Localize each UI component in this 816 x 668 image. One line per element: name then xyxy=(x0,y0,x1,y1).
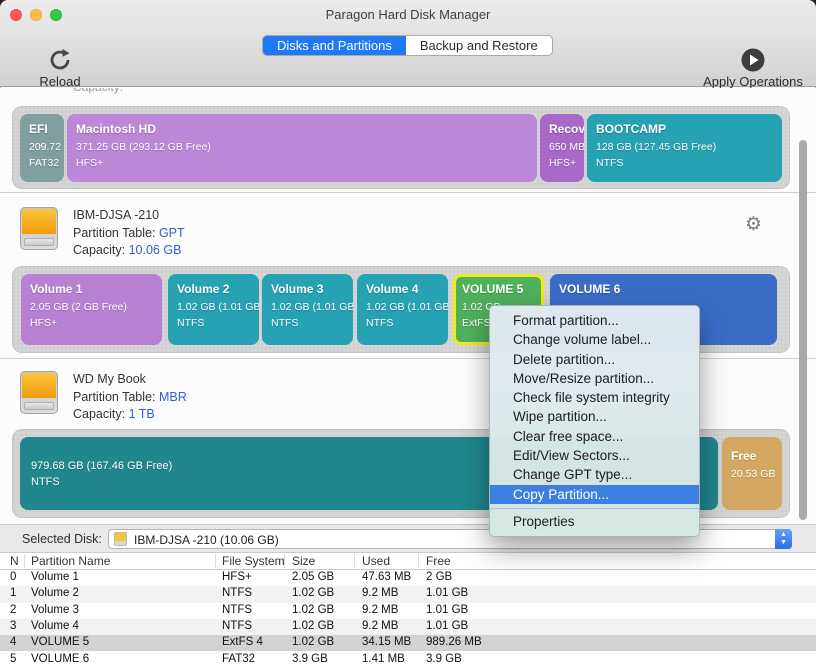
partition-table-header: N Partition Name File System Size Used F… xyxy=(0,553,816,570)
dropdown-stepper-icon[interactable]: ▲▼ xyxy=(775,529,792,549)
table-row-volume4[interactable]: 3Volume 4NTFS1.02 GB9.2 MB1.01 GB xyxy=(0,619,816,635)
disk3-pt-label: Partition Table: xyxy=(73,390,155,404)
col-header-n[interactable]: N xyxy=(10,554,19,568)
disk-drive-icon xyxy=(20,371,58,414)
apply-operations-button[interactable]: Apply Operations xyxy=(698,47,808,89)
col-header-used[interactable]: Used xyxy=(362,554,390,568)
tab-disks-and-partitions[interactable]: Disks and Partitions xyxy=(263,36,406,55)
disk3-name: WD My Book xyxy=(73,372,473,386)
menu-item-change-volume-label[interactable]: Change volume label... xyxy=(490,330,699,349)
reload-label: Reload xyxy=(39,74,80,89)
column-divider xyxy=(354,554,355,568)
table-row-volume5-selected[interactable]: 4VOLUME 5ExtFS 41.02 GB34.15 MB989.26 MB xyxy=(0,635,816,651)
menu-item-copy-partition[interactable]: Copy Partition... xyxy=(490,485,699,504)
menu-item-properties[interactable]: Properties xyxy=(490,512,699,531)
menu-separator xyxy=(490,508,699,509)
col-header-size[interactable]: Size xyxy=(292,554,315,568)
disk2-pt-label: Partition Table: xyxy=(73,226,155,240)
menu-item-wipe-partition[interactable]: Wipe partition... xyxy=(490,407,699,426)
selected-disk-value: IBM-DJSA -210 (10.06 GB) xyxy=(134,533,279,547)
disk2-header: IBM-DJSA -210 Partition Table: GPT Capac… xyxy=(20,207,58,250)
reload-button[interactable]: Reload xyxy=(36,47,84,89)
disk2-pt-value: GPT xyxy=(159,226,185,240)
disk-drive-icon xyxy=(20,207,58,250)
partition-wd-free[interactable]: Free 20.53 GB xyxy=(722,437,782,510)
menu-item-format-partition[interactable]: Format partition... xyxy=(490,311,699,330)
disk3-cap-label: Capacity: xyxy=(73,407,125,421)
tab-backup-and-restore[interactable]: Backup and Restore xyxy=(406,36,552,55)
disk-icon-small xyxy=(114,532,127,546)
column-divider xyxy=(215,554,216,568)
disk2-cap-value: 10.06 GB xyxy=(129,243,182,257)
disk3-pt-value: MBR xyxy=(159,390,187,404)
apply-operations-icon xyxy=(698,47,808,73)
partition-volume2[interactable]: Volume 2 1.02 GB (1.01 GB Free) NTFS xyxy=(168,274,259,345)
disk3-cap-value: 1 TB xyxy=(129,407,155,421)
vertical-scrollbar[interactable] xyxy=(799,140,807,520)
col-header-fs[interactable]: File System xyxy=(222,554,285,568)
panel-separator xyxy=(0,192,816,193)
window-header: Paragon Hard Disk Manager Disks and Part… xyxy=(0,0,816,87)
partition-context-menu: Format partition... Change volume label.… xyxy=(489,305,700,537)
window-title: Paragon Hard Disk Manager xyxy=(0,7,816,22)
menu-item-delete-partition[interactable]: Delete partition... xyxy=(490,350,699,369)
column-divider xyxy=(24,554,25,568)
partition-volume1[interactable]: Volume 1 2.05 GB (2 GB Free) HFS+ xyxy=(21,274,162,345)
col-header-name[interactable]: Partition Name xyxy=(31,554,110,568)
column-divider xyxy=(284,554,285,568)
clipped-capacity-text: Capacity: xyxy=(73,88,123,94)
col-header-free[interactable]: Free xyxy=(426,554,451,568)
menu-item-change-gpt-type[interactable]: Change GPT type... xyxy=(490,465,699,484)
table-row-volume1[interactable]: 0Volume 1HFS+2.05 GB47.63 MB2 GB xyxy=(0,570,816,586)
partition-volume4[interactable]: Volume 4 1.02 GB (1.01 GB Free) NTFS xyxy=(357,274,448,345)
disk2-name: IBM-DJSA -210 xyxy=(73,208,473,222)
disk3-header: WD My Book Partition Table: MBR Capacity… xyxy=(20,371,58,414)
disk2-cap-label: Capacity: xyxy=(73,243,125,257)
partition-recovery[interactable]: Recovery 650 MB HFS+ xyxy=(540,114,584,182)
partition-macintosh-hd[interactable]: Macintosh HD 371.25 GB (293.12 GB Free) … xyxy=(67,114,537,182)
partition-bootcamp[interactable]: BOOTCAMP 128 GB (127.45 GB Free) NTFS xyxy=(587,114,782,182)
selected-disk-label: Selected Disk: xyxy=(22,532,102,546)
menu-item-clear-free-space[interactable]: Clear free space... xyxy=(490,427,699,446)
menu-item-edit-view-sectors[interactable]: Edit/View Sectors... xyxy=(490,446,699,465)
disk1-partition-row: EFI 209.72 FAT32 Macintosh HD 371.25 GB … xyxy=(12,106,790,189)
view-tabs: Disks and Partitions Backup and Restore xyxy=(262,35,553,56)
partition-efi[interactable]: EFI 209.72 FAT32 xyxy=(20,114,64,182)
apply-operations-label: Apply Operations xyxy=(703,74,803,89)
menu-item-move-resize-partition[interactable]: Move/Resize partition... xyxy=(490,369,699,388)
disk2-gear-icon[interactable]: ⚙ xyxy=(745,215,762,234)
partition-table-body: 0Volume 1HFS+2.05 GB47.63 MB2 GB 1Volume… xyxy=(0,570,816,668)
column-divider xyxy=(418,554,419,568)
table-row-volume2[interactable]: 1Volume 2NTFS1.02 GB9.2 MB1.01 GB xyxy=(0,586,816,602)
table-row-volume6[interactable]: 5VOLUME 6FAT323.9 GB1.41 MB3.9 GB xyxy=(0,652,816,668)
app-window: Paragon Hard Disk Manager Disks and Part… xyxy=(0,0,816,668)
table-row-volume3[interactable]: 2Volume 3NTFS1.02 GB9.2 MB1.01 GB xyxy=(0,603,816,619)
menu-item-check-fs-integrity[interactable]: Check file system integrity xyxy=(490,388,699,407)
partition-volume3[interactable]: Volume 3 1.02 GB (1.01 GB Free) NTFS xyxy=(262,274,353,345)
reload-icon xyxy=(36,47,84,73)
